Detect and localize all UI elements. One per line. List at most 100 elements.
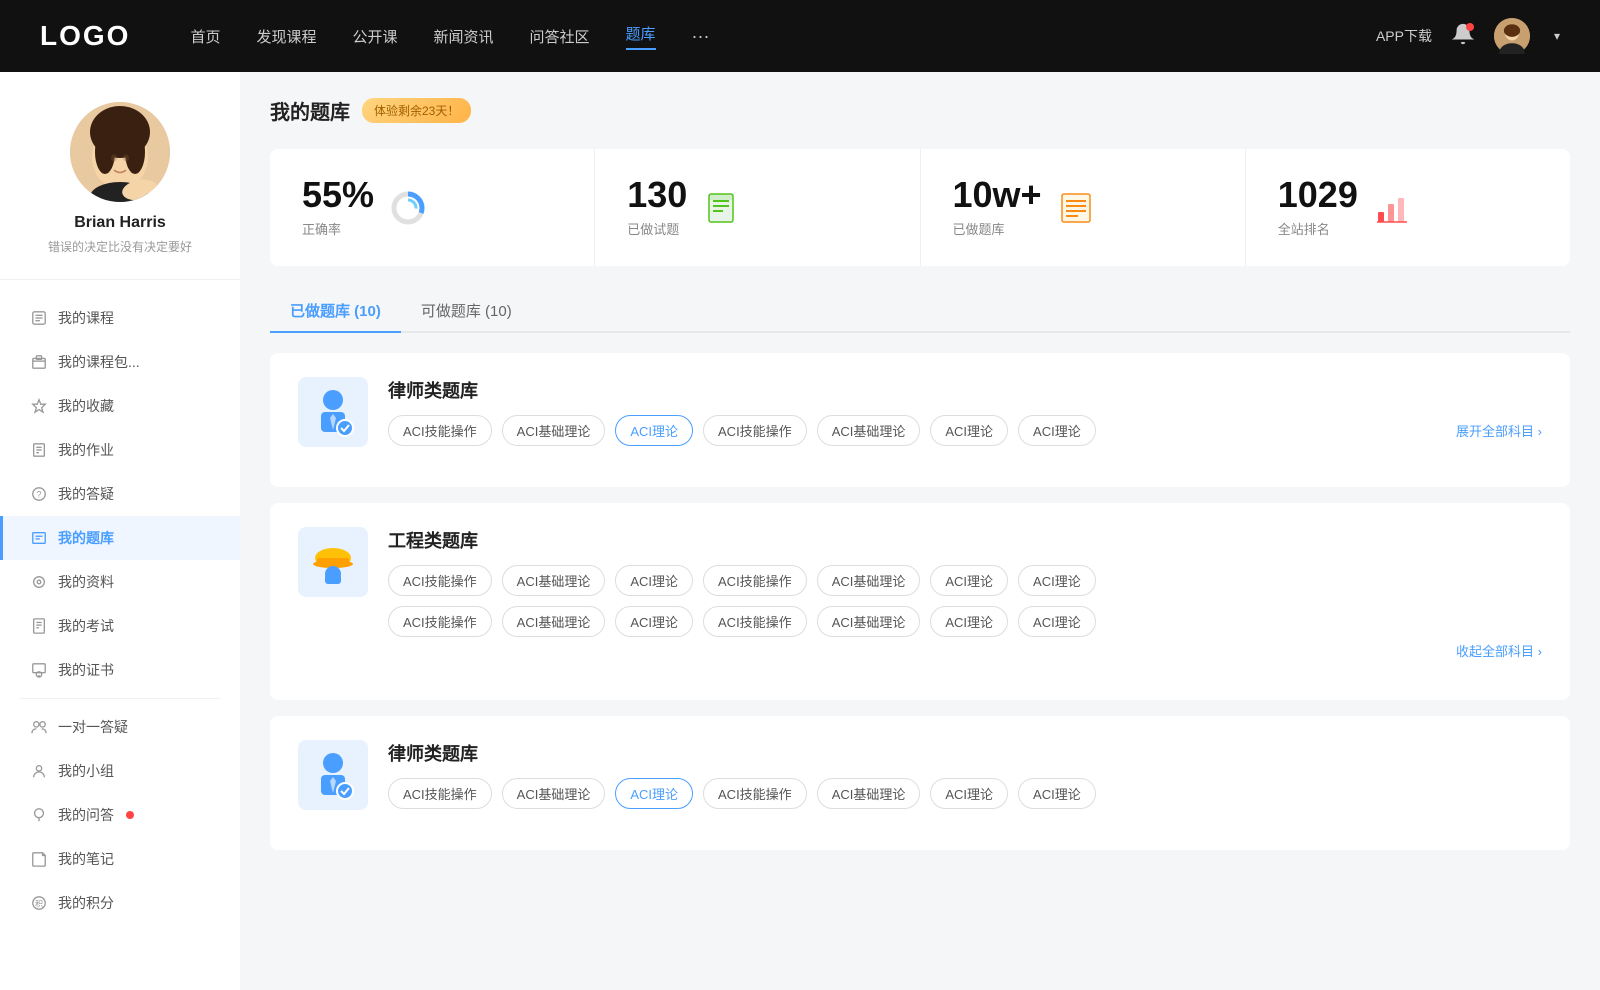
tag-2-1[interactable]: ACI基础理论 — [502, 565, 606, 596]
tag-1-5[interactable]: ACI理论 — [930, 415, 1008, 446]
svg-text:?: ? — [37, 490, 42, 500]
sidebar-item-homework[interactable]: 我的作业 — [0, 428, 240, 472]
sidebar-item-exam[interactable]: 我的考试 — [0, 604, 240, 648]
tag-2-7[interactable]: ACI技能操作 — [388, 606, 492, 637]
profile-section: Brian Harris 错误的决定比没有决定要好 — [0, 102, 240, 280]
stat-accuracy-content: 55% 正确率 — [302, 177, 374, 238]
tab-available[interactable]: 可做题库 (10) — [401, 290, 532, 331]
tag-2-0[interactable]: ACI技能操作 — [388, 565, 492, 596]
tag-1-1[interactable]: ACI基础理论 — [502, 415, 606, 446]
tag-3-2[interactable]: ACI理论 — [615, 778, 693, 809]
notification-bell[interactable] — [1452, 23, 1474, 50]
sidebar-item-quiz-label: 我的题库 — [58, 528, 114, 548]
sidebar-item-package[interactable]: 我的课程包... — [0, 340, 240, 384]
quiz-bank-tags-row2: ACI技能操作 ACI基础理论 ACI理论 ACI技能操作 ACI基础理论 AC… — [388, 606, 1542, 637]
stat-rank-value: 1029 — [1278, 177, 1358, 213]
quiz-bank-tags-3: ACI技能操作 ACI基础理论 ACI理论 ACI技能操作 ACI基础理论 AC… — [388, 778, 1542, 809]
question-dot — [126, 811, 134, 819]
tag-2-3[interactable]: ACI技能操作 — [703, 565, 807, 596]
sidebar-item-group[interactable]: 我的小组 — [0, 749, 240, 793]
quiz-bank-icon-lawyer-2 — [298, 740, 368, 810]
sidebar-item-cert[interactable]: 我的证书 — [0, 648, 240, 692]
tag-1-3[interactable]: ACI技能操作 — [703, 415, 807, 446]
user-avatar[interactable] — [1494, 18, 1530, 54]
sidebar-item-notes[interactable]: 我的笔记 — [0, 837, 240, 881]
app-download[interactable]: APP下载 — [1376, 26, 1432, 46]
tag-2-5[interactable]: ACI理论 — [930, 565, 1008, 596]
quiz-bank-tags-row1: ACI技能操作 ACI基础理论 ACI理论 ACI技能操作 ACI基础理论 AC… — [388, 565, 1542, 596]
sidebar-item-question-label: 我的问答 — [58, 805, 114, 825]
tag-2-9[interactable]: ACI理论 — [615, 606, 693, 637]
tag-3-1[interactable]: ACI基础理论 — [502, 778, 606, 809]
quiz-bank-icon-engineer — [298, 527, 368, 597]
sidebar-item-homework-label: 我的作业 — [58, 440, 114, 460]
qa-icon: ? — [30, 485, 48, 503]
points-icon: 积 — [30, 894, 48, 912]
sidebar-item-qa-label: 我的答疑 — [58, 484, 114, 504]
nav-home[interactable]: 首页 — [190, 26, 220, 47]
sidebar-item-notes-label: 我的笔记 — [58, 849, 114, 869]
quiz-bank-title-2: 工程类题库 — [388, 527, 1542, 553]
main-content: 我的题库 体验剩余23天！ 55% 正确率 — [240, 72, 1600, 990]
tag-2-2[interactable]: ACI理论 — [615, 565, 693, 596]
user-menu-chevron[interactable]: ▾ — [1554, 29, 1560, 43]
nav-opencourse[interactable]: 公开课 — [352, 26, 397, 47]
sidebar-item-points[interactable]: 积 我的积分 — [0, 881, 240, 925]
quiz-bank-header-1: 律师类题库 ACI技能操作 ACI基础理论 ACI理论 ACI技能操作 ACI基… — [298, 377, 1542, 447]
sidebar-item-one-on-one-label: 一对一答疑 — [58, 717, 128, 737]
sidebar-item-course[interactable]: 我的课程 — [0, 296, 240, 340]
nav-more[interactable]: ··· — [692, 26, 710, 47]
course-icon — [30, 309, 48, 327]
svg-text:积: 积 — [35, 899, 43, 909]
nav-discover[interactable]: 发现课程 — [256, 26, 316, 47]
header-right: APP下载 ▾ — [1376, 18, 1560, 54]
group-icon — [30, 762, 48, 780]
note-icon — [30, 850, 48, 868]
tag-3-5[interactable]: ACI理论 — [930, 778, 1008, 809]
nav-quiz[interactable]: 题库 — [626, 23, 656, 50]
profile-avatar — [70, 102, 170, 202]
sidebar-item-one-on-one[interactable]: 一对一答疑 — [0, 705, 240, 749]
sidebar-item-package-label: 我的课程包... — [58, 352, 140, 372]
main-header: LOGO 首页 发现课程 公开课 新闻资讯 问答社区 题库 ··· APP下载 … — [0, 0, 1600, 72]
sidebar-item-question[interactable]: 我的问答 — [0, 793, 240, 837]
tag-2-8[interactable]: ACI基础理论 — [502, 606, 606, 637]
logo: LOGO — [40, 20, 130, 52]
sidebar-item-favorites[interactable]: 我的收藏 — [0, 384, 240, 428]
profile-name: Brian Harris — [20, 214, 220, 232]
tag-1-4[interactable]: ACI基础理论 — [817, 415, 921, 446]
collapse-link[interactable]: 收起全部科目 › — [1456, 641, 1542, 660]
tag-3-0[interactable]: ACI技能操作 — [388, 778, 492, 809]
nav-news[interactable]: 新闻资讯 — [434, 26, 494, 47]
tag-1-0[interactable]: ACI技能操作 — [388, 415, 492, 446]
page-title: 我的题库 — [270, 96, 350, 125]
stat-accuracy: 55% 正确率 — [270, 149, 595, 266]
files-icon — [30, 573, 48, 591]
tag-1-2[interactable]: ACI理论 — [615, 415, 693, 446]
tag-3-3[interactable]: ACI技能操作 — [703, 778, 807, 809]
tag-2-12[interactable]: ACI理论 — [930, 606, 1008, 637]
menu-divider-1 — [20, 698, 220, 699]
sidebar-item-files[interactable]: 我的资料 — [0, 560, 240, 604]
stat-rank-content: 1029 全站排名 — [1278, 177, 1358, 238]
tag-2-13[interactable]: ACI理论 — [1018, 606, 1096, 637]
tag-2-10[interactable]: ACI技能操作 — [703, 606, 807, 637]
quiz-bank-icon-lawyer-1 — [298, 377, 368, 447]
nav-qa[interactable]: 问答社区 — [530, 26, 590, 47]
tag-2-6[interactable]: ACI理论 — [1018, 565, 1096, 596]
tag-1-6[interactable]: ACI理论 — [1018, 415, 1096, 446]
quiz-bank-title-3: 律师类题库 — [388, 740, 1542, 766]
stat-accuracy-label: 正确率 — [302, 219, 374, 238]
tag-2-11[interactable]: ACI基础理论 — [817, 606, 921, 637]
quiz-bank-info-1: 律师类题库 ACI技能操作 ACI基础理论 ACI理论 ACI技能操作 ACI基… — [388, 377, 1542, 446]
star-icon — [30, 397, 48, 415]
sidebar-item-qa[interactable]: ? 我的答疑 — [0, 472, 240, 516]
tag-3-6[interactable]: ACI理论 — [1018, 778, 1096, 809]
tag-2-4[interactable]: ACI基础理论 — [817, 565, 921, 596]
sidebar-item-quiz[interactable]: 我的题库 — [0, 516, 240, 560]
tab-done[interactable]: 已做题库 (10) — [270, 290, 401, 331]
expand-link-1[interactable]: 展开全部科目 › — [1456, 421, 1542, 440]
stat-done-questions-label: 已做试题 — [627, 219, 687, 238]
tag-3-4[interactable]: ACI基础理论 — [817, 778, 921, 809]
quiz-icon — [30, 529, 48, 547]
